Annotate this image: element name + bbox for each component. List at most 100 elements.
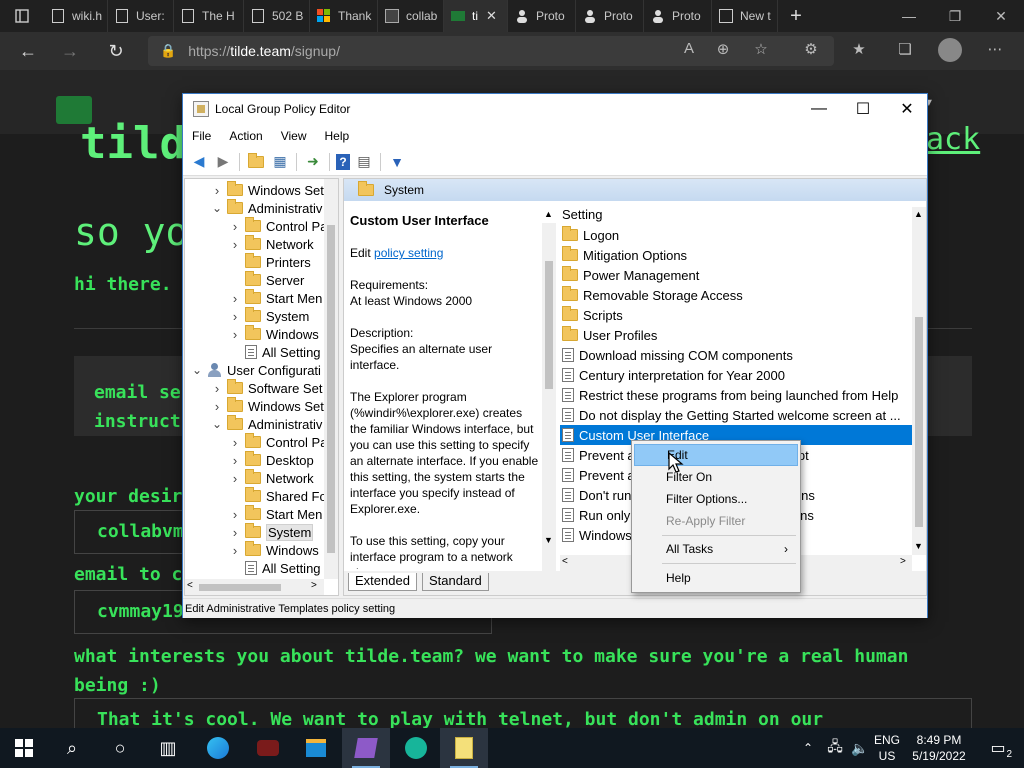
expand-icon[interactable]: › [229,471,241,486]
browser-tab[interactable]: 502 B [244,0,310,32]
browser-tab[interactable]: collab [378,0,444,32]
expand-icon[interactable]: › [229,453,241,468]
tree-item[interactable]: ⌄ User Configurati [191,361,321,379]
close-button[interactable]: ✕ [885,94,929,124]
new-tab-button[interactable]: + [778,5,814,28]
scroll-right-icon[interactable]: > [900,556,906,567]
context-item-all-tasks[interactable]: All Tasks › [634,538,798,560]
tab-standard[interactable]: Standard [422,573,489,591]
search-icon[interactable]: ⌕ [48,728,96,768]
filter-icon[interactable]: ▼ [387,152,407,172]
more-icon[interactable]: ⋯ [984,40,1006,58]
context-item-filter-on[interactable]: Filter On [634,466,798,488]
show-hide-tree-icon[interactable]: ▦ [270,152,290,172]
expand-icon[interactable]: › [211,399,223,414]
read-aloud-icon[interactable]: A [678,40,700,57]
browser-tab[interactable]: ti ✕ [444,0,508,32]
settings-folder-row[interactable]: Power Management [560,265,912,285]
menu-file[interactable]: File [183,129,220,143]
scroll-up-icon[interactable]: ▲ [544,209,553,219]
zoom-icon[interactable]: ⊕ [712,40,734,58]
scroll-left-icon[interactable]: < [187,580,193,591]
settings-folder-row[interactable]: Removable Storage Access [560,285,912,305]
browser-tab[interactable]: Proto [644,0,712,32]
expand-icon[interactable]: › [229,327,241,342]
scroll-thumb[interactable] [545,261,553,389]
show-hidden-icons[interactable]: ⌃ [796,728,820,768]
tree-item[interactable]: › Windows [229,541,319,559]
expand-icon[interactable]: › [229,525,241,540]
tree-item[interactable]: › Start Men [229,289,322,307]
export-list-icon[interactable]: ➜ [303,152,323,172]
tree-item[interactable]: › Network [229,235,314,253]
close-tab-icon[interactable]: ✕ [486,8,497,24]
expand-icon[interactable]: › [211,183,223,198]
edge-browser-icon[interactable] [194,728,242,768]
browser-tab[interactable]: User: [108,0,174,32]
network-icon[interactable]: 🖧 [822,728,848,768]
context-item-reapply-filter[interactable]: Re-Apply Filter [634,510,798,532]
notepad-icon[interactable] [440,728,488,768]
tree-item[interactable]: All Setting [229,559,321,577]
start-button[interactable] [0,728,48,768]
browser-restore-button[interactable]: ❐ [932,0,978,32]
browser-close-button[interactable]: ✕ [978,0,1024,32]
tree-item[interactable]: › Desktop [229,451,314,469]
expand-icon[interactable]: › [229,435,241,450]
collapse-icon[interactable]: ⌄ [191,363,203,377]
help-icon[interactable]: ? [336,153,350,170]
tree-item[interactable]: Shared Fo [229,487,327,505]
setting-column-header[interactable]: Setting [562,207,602,222]
cortana-icon[interactable]: ○ [96,728,144,768]
task-view-icon[interactable]: ▥ [144,728,192,768]
scroll-thumb[interactable] [199,584,281,591]
tree-item[interactable]: › System [229,307,309,325]
collections-icon[interactable]: ❏ [894,40,916,58]
browser-tab[interactable]: Thank [310,0,378,32]
browser-tab[interactable]: New t [712,0,778,32]
clock[interactable]: 8:49 PM 5/19/2022 [906,732,972,764]
settings-folder-row[interactable]: Mitigation Options [560,245,912,265]
collapse-icon[interactable]: ⌄ [211,417,223,431]
scroll-right-icon[interactable]: > [311,580,317,591]
tree-item[interactable]: › Control Pa [229,217,327,235]
context-item-edit[interactable]: Edit [634,444,798,466]
refresh-icon[interactable]: ↻ [98,36,134,66]
expand-icon[interactable]: › [229,237,241,252]
tree-item[interactable]: › Control Pa [229,433,327,451]
settings-folder-row[interactable]: Logon [560,225,912,245]
up-folder-icon[interactable] [246,152,266,172]
app-icon[interactable] [244,728,292,768]
tree-horizontal-scrollbar[interactable]: < > [185,579,324,595]
extensions-icon[interactable]: ⚙ [800,40,822,58]
context-item-help[interactable]: Help [634,567,798,589]
policy-setting-row[interactable]: Do not display the Getting Started welco… [560,405,912,425]
browser-tab[interactable]: wiki.h [44,0,108,32]
expand-icon[interactable]: › [229,291,241,306]
tree-item[interactable]: Printers [229,253,311,271]
scroll-thumb[interactable] [915,317,923,527]
expand-icon[interactable]: › [229,507,241,522]
browser-tab[interactable]: The H [174,0,244,32]
scroll-left-icon[interactable]: < [562,556,568,567]
browser-tab[interactable]: Proto [576,0,644,32]
scroll-thumb[interactable] [327,225,335,553]
back-icon[interactable]: ← [10,36,46,66]
collapse-icon[interactable]: ⌄ [211,201,223,215]
tree-item[interactable]: ⌄ Administrativ [211,415,322,433]
browser-minimize-button[interactable]: — [886,0,932,32]
tab-actions-icon[interactable] [0,1,44,31]
favorites-icon[interactable]: ★ [848,40,870,58]
tree-vertical-scrollbar[interactable] [324,179,338,579]
store-icon[interactable] [292,728,340,768]
context-item-filter-options[interactable]: Filter Options... [634,488,798,510]
tree-item[interactable]: › Start Men [229,505,322,523]
expand-icon[interactable]: › [229,543,241,558]
tree-item[interactable]: ⌄ Administrativ [211,199,322,217]
profile-avatar[interactable] [938,38,962,62]
settings-folder-row[interactable]: User Profiles [560,325,912,345]
tree-item[interactable]: › Network [229,469,314,487]
settings-folder-row[interactable]: Scripts [560,305,912,325]
volume-icon[interactable]: 🔈 [848,728,872,768]
tree-item[interactable]: › Windows Set [211,397,324,415]
